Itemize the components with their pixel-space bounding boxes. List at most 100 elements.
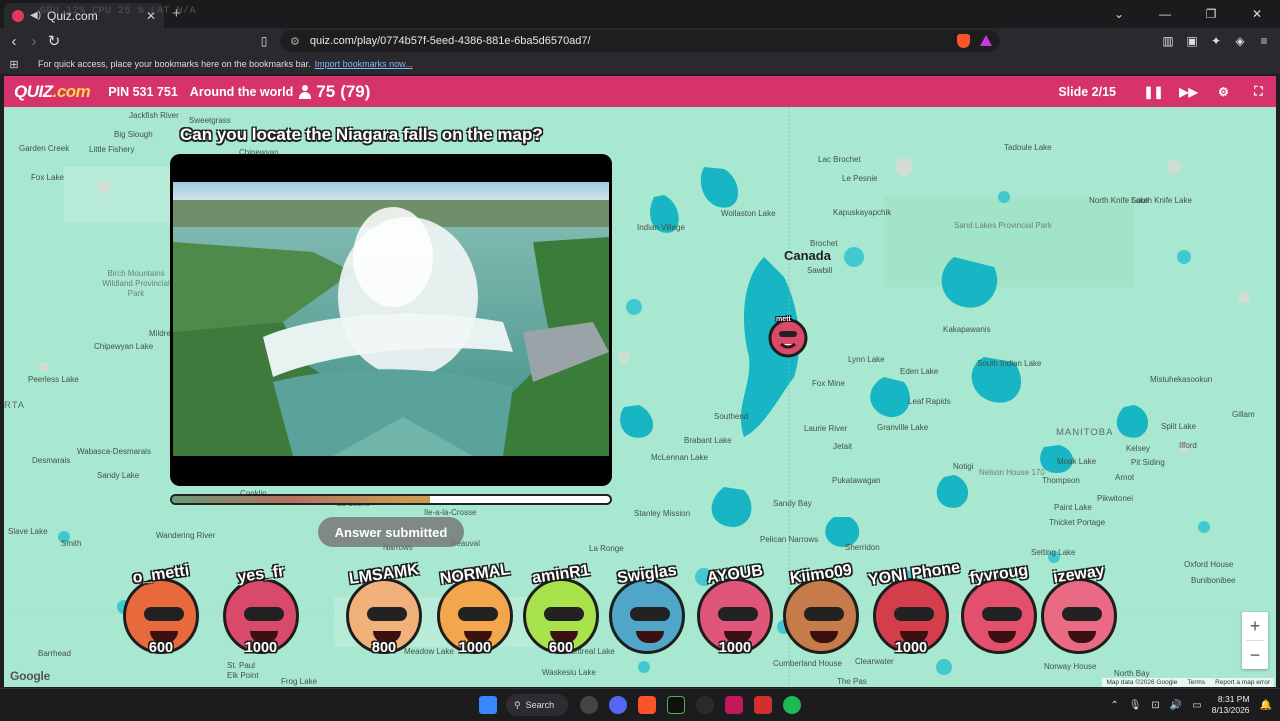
address-bar[interactable]: ⚙ quiz.com/play/0774b57f-5eed-4386-881e-…	[280, 30, 1000, 52]
maximize-icon[interactable]: ❐	[1188, 0, 1234, 28]
place-label: Fox Lake	[31, 173, 64, 182]
spotify-icon[interactable]	[783, 696, 801, 714]
navigation-bar: ‹ › ↻ ▯ ⚙ quiz.com/play/0774b57f-5eed-43…	[0, 28, 1280, 54]
place-label: McLennan Lake	[651, 453, 708, 462]
taskbar: ⚲ Search ⌃ 🎙 ⊡ 🔊 ▭ 8:31 PM 8/13/2026 🔔	[0, 688, 1280, 720]
timer-progress-bar	[170, 494, 612, 505]
player-score: 600	[548, 640, 574, 656]
place-label: Desmarais	[32, 456, 71, 465]
battery-icon[interactable]: ▭	[1192, 700, 1201, 711]
skip-icon[interactable]: ▶▶	[1171, 76, 1206, 107]
leo-ai-icon[interactable]: ✦	[1206, 31, 1226, 51]
place-label: Smith	[61, 539, 82, 548]
site-info-icon[interactable]: ⚙	[290, 35, 300, 48]
province-label: MANITOBA	[1056, 427, 1114, 438]
tab-search-icon[interactable]: ⌄	[1096, 0, 1142, 28]
place-label: Pikwitonei	[1097, 494, 1134, 503]
player-avatar: izeway	[1036, 562, 1122, 666]
zoom-out-button[interactable]: −	[1242, 641, 1268, 669]
park-label: Sand Lakes Provincial Park	[954, 221, 1052, 230]
place-label: Bunibonibee	[1191, 576, 1236, 585]
timer-progress-fill	[172, 496, 431, 503]
place-label: Wollaston Lake	[721, 209, 776, 218]
system-tray: ⌃ 🎙 ⊡ 🔊 ▭ 8:31 PM 8/13/2026 🔔	[1110, 689, 1272, 721]
app-icon[interactable]	[667, 696, 685, 714]
wallet-icon[interactable]: ▣	[1182, 31, 1202, 51]
mic-icon[interactable]: 🎙	[1129, 700, 1142, 711]
volume-icon[interactable]: 🔊	[1170, 700, 1182, 711]
slide-counter: Slide 2/15	[1058, 84, 1116, 99]
app-icon-3[interactable]	[754, 696, 772, 714]
park-label: Birch Mountains Wildland Provincial Park	[102, 269, 170, 298]
menu-icon[interactable]: ≡	[1254, 31, 1274, 51]
settings-icon[interactable]: ⚙	[1206, 76, 1241, 107]
terms-link[interactable]: Terms	[1187, 679, 1205, 686]
place-label: Wandering River	[156, 531, 216, 540]
window-controls: ⌄ — ❐ ✕	[1096, 0, 1280, 28]
brave-browser-icon[interactable]	[638, 696, 656, 714]
place-label: Granville Lake	[877, 423, 929, 432]
vpn-icon[interactable]: ◈	[1230, 31, 1250, 51]
taskbar-search[interactable]: ⚲ Search	[506, 694, 568, 716]
place-label: Slave Lake	[8, 527, 48, 536]
pause-icon[interactable]: ❚❚	[1136, 76, 1171, 107]
place-label: Laurie River	[804, 424, 848, 433]
avatar-glasses	[718, 607, 758, 621]
steam-icon[interactable]	[696, 696, 714, 714]
clock[interactable]: 8:31 PM 8/13/2026	[1212, 694, 1250, 716]
place-label: Sweetgrass	[189, 116, 231, 125]
place-label: Kelsey	[1126, 444, 1151, 453]
back-icon[interactable]: ‹	[4, 31, 24, 51]
brave-shield-icon[interactable]	[957, 34, 970, 48]
zoom-in-button[interactable]: +	[1242, 612, 1268, 640]
quiz-logo[interactable]: QUIZ.com	[14, 82, 91, 102]
player-count: 75 (79)	[299, 82, 370, 102]
bookmark-icon[interactable]: ▯	[254, 31, 274, 51]
minimize-icon[interactable]: —	[1142, 0, 1188, 28]
place-label: Paint Lake	[1054, 503, 1092, 512]
tray-overflow-icon[interactable]: ⌃	[1110, 700, 1118, 711]
app-icon-2[interactable]	[725, 696, 743, 714]
player-avatar: aminR1 600	[518, 562, 604, 666]
place-label: Nelson House 170	[979, 468, 1045, 477]
place-label: Stanley Mission	[634, 509, 691, 518]
place-label: La Ronge	[589, 544, 624, 553]
brave-rewards-icon[interactable]	[980, 35, 992, 46]
window-close-icon[interactable]: ✕	[1234, 0, 1280, 28]
niagara-falls-image	[173, 182, 609, 456]
import-bookmarks-link[interactable]: Import bookmarks now...	[315, 59, 413, 69]
player-avatar: NORMAL 1000	[432, 561, 518, 666]
place-label: Moak Lake	[1057, 457, 1097, 466]
place-label: Thompson	[1042, 476, 1080, 485]
map-pin-marker[interactable]: mett	[768, 316, 808, 358]
place-label: Brabant Lake	[684, 436, 732, 445]
place-label: Brochet	[810, 239, 838, 248]
sidebar-icon[interactable]: ▥	[1158, 31, 1178, 51]
windows-start-icon[interactable]	[479, 696, 497, 714]
place-label: Split Lake	[1161, 422, 1197, 431]
avatar-glasses	[630, 607, 670, 621]
player-score: 1000	[244, 640, 278, 656]
grammarly-icon[interactable]	[580, 696, 598, 714]
reload-icon[interactable]: ↻	[44, 31, 64, 51]
discord-icon[interactable]	[609, 696, 627, 714]
place-label: Waskesiu Lake	[542, 668, 596, 677]
fullscreen-icon[interactable]: ⛶	[1241, 76, 1276, 107]
avatar	[783, 578, 859, 654]
question-image-card	[170, 154, 612, 486]
network-icon[interactable]: ⊡	[1151, 700, 1159, 711]
forward-icon[interactable]: ›	[24, 31, 44, 51]
avatar-glasses	[367, 607, 407, 621]
place-label: Big Slough	[114, 130, 153, 139]
avatar-mouth	[810, 631, 838, 643]
place-label: Kapuskayapchik	[833, 208, 892, 217]
avatar-mouth	[988, 631, 1016, 643]
quiz-header: QUIZ.com PIN 531 751 Around the world 75…	[4, 76, 1276, 107]
notification-icon[interactable]: 🔔	[1260, 700, 1272, 711]
new-tab-icon[interactable]: +	[172, 5, 181, 22]
apps-grid-icon[interactable]: ⊞	[0, 58, 28, 71]
player-avatar: Swiglas	[604, 562, 690, 666]
report-link[interactable]: Report a map error	[1215, 679, 1270, 686]
google-logo: Google	[10, 669, 51, 683]
question-text: Can you locate the Niagara falls on the …	[180, 125, 543, 144]
